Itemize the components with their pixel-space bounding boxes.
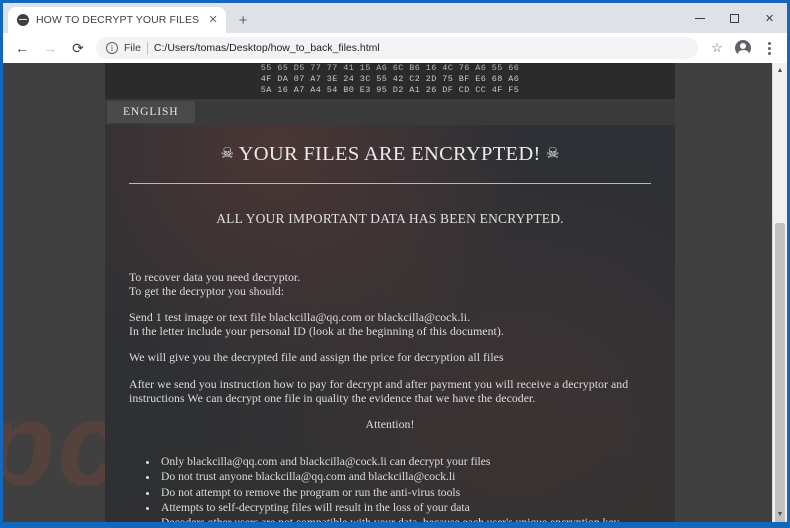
bookmark-star-icon[interactable]: ☆ (705, 36, 729, 60)
window-controls: ✕ (682, 3, 787, 33)
close-window-button[interactable]: ✕ (752, 3, 787, 33)
tab-title: HOW TO DECRYPT YOUR FILES (36, 14, 200, 26)
reload-button[interactable]: ⟳ (65, 35, 91, 61)
divider (146, 41, 148, 55)
vertical-scrollbar[interactable]: ▲ ▼ (772, 63, 787, 522)
back-button[interactable]: ← (9, 35, 35, 61)
hex-dump: 55 65 D5 77 77 41 15 A6 6C B6 16 4C 76 A… (105, 63, 675, 99)
tab-english[interactable]: ENGLISH (107, 101, 195, 123)
scroll-down-button[interactable]: ▼ (773, 507, 787, 522)
forward-button[interactable]: → (37, 35, 63, 61)
skull-icon: ☠ (546, 146, 560, 162)
info-icon[interactable]: i (106, 42, 118, 54)
browser-menu-icon[interactable] (757, 36, 781, 60)
language-tab-bar: ENGLISH (105, 99, 675, 125)
hex-row: 55 65 D5 77 77 41 15 A6 6C B6 16 4C 76 A… (260, 63, 520, 73)
note-header: ☠ YOUR FILES ARE ENCRYPTED! ☠ ALL YOUR I… (105, 125, 675, 227)
page-title-text: YOUR FILES ARE ENCRYPTED! (238, 143, 541, 165)
paragraph: We will give you the decrypted file and … (129, 350, 504, 365)
hex-row: 5A 16 A7 A4 54 B0 E3 95 D2 A1 26 DF CD C… (260, 85, 520, 95)
browser-toolbar: ← → ⟳ i File C:/Users/tomas/Desktop/how_… (3, 33, 787, 63)
note-body: To recover data you need decryptor. To ge… (105, 227, 675, 432)
page-title: ☠ YOUR FILES ARE ENCRYPTED! ☠ (105, 143, 675, 183)
scrollbar-thumb[interactable] (775, 223, 785, 522)
list-item: Do not trust anyone blackcilla@qq.com an… (159, 469, 651, 484)
scheme-label: File (124, 42, 141, 54)
list-item: Decoders other users are not compatible … (159, 515, 651, 522)
url-text: C:/Users/tomas/Desktop/how_to_back_files… (153, 42, 380, 54)
profile-avatar[interactable] (731, 36, 755, 60)
list-item: Attempts to self-decrypting files will r… (159, 500, 651, 515)
ransom-note-content: 55 65 D5 77 77 41 15 A6 6C B6 16 4C 76 A… (105, 63, 675, 522)
skull-icon: ☠ (220, 146, 234, 162)
paragraph: To recover data you need decryptor. To ge… (129, 270, 301, 298)
maximize-button[interactable] (717, 3, 752, 33)
warning-list: Only blackcilla@qq.com and blackcilla@co… (105, 454, 675, 522)
tab-strip: HOW TO DECRYPT YOUR FILES ✕ + ✕ (3, 3, 787, 33)
attention-text: Attention! (365, 417, 415, 432)
globe-icon (17, 14, 29, 26)
minimize-button[interactable] (682, 3, 717, 33)
scroll-up-button[interactable]: ▲ (773, 63, 787, 78)
list-item: Do not attempt to remove the program or … (159, 485, 651, 500)
paragraph: After we send you instruction how to pay… (129, 376, 629, 405)
subtitle: ALL YOUR IMPORTANT DATA HAS BEEN ENCRYPT… (216, 211, 564, 226)
list-item: Only blackcilla@qq.com and blackcilla@co… (159, 454, 651, 469)
address-bar[interactable]: i File C:/Users/tomas/Desktop/how_to_bac… (96, 37, 698, 59)
close-tab-icon[interactable]: ✕ (206, 13, 220, 27)
browser-window: HOW TO DECRYPT YOUR FILES ✕ + ✕ ← → ⟳ i … (0, 0, 790, 528)
new-tab-button[interactable]: + (230, 7, 256, 33)
hex-row: 4F DA 07 A7 3E 24 3C 55 42 C2 2D 75 BF E… (260, 74, 520, 84)
paragraph: Send 1 test image or text file blackcill… (129, 310, 504, 338)
ransom-note-page: pcrisk.com 55 65 D5 77 77 41 15 A6 6C B6… (3, 63, 772, 522)
page-viewport: pcrisk.com 55 65 D5 77 77 41 15 A6 6C B6… (3, 63, 787, 522)
browser-tab[interactable]: HOW TO DECRYPT YOUR FILES ✕ (8, 7, 227, 33)
